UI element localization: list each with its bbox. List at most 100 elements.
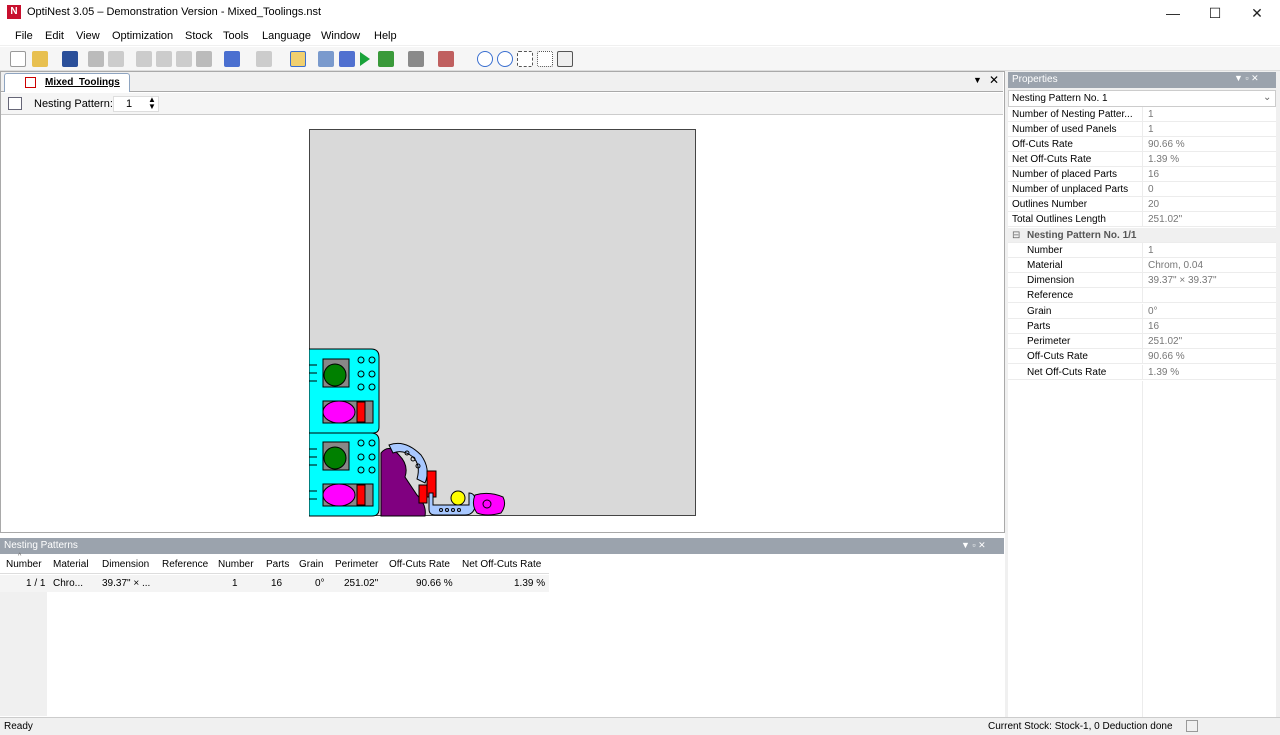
part-tooling-bottom[interactable] — [309, 432, 380, 517]
cell-number: 1 / 1 — [26, 578, 46, 589]
paste-icon[interactable] — [176, 51, 192, 67]
tab-dropdown-icon[interactable]: ▼ — [973, 75, 982, 85]
col-net-offcuts-rate[interactable]: Net Off-Cuts Rate — [462, 559, 541, 570]
window-title: OptiNest 3.05 – Demonstration Version - … — [27, 6, 322, 18]
col-material[interactable]: Material — [53, 559, 89, 570]
prop-row[interactable]: Total Outlines Length 251.02" — [1008, 212, 1276, 227]
zoom-fit-icon[interactable] — [517, 51, 533, 67]
prop-row[interactable]: Outlines Number 20 — [1008, 197, 1276, 212]
document-tab-bar — [1, 72, 1003, 92]
menu-view[interactable]: View — [76, 30, 100, 42]
tab-close-icon[interactable]: ✕ — [989, 73, 999, 87]
gear-icon[interactable] — [339, 51, 355, 67]
prop-row[interactable]: Material Chrom, 0.04 — [1008, 258, 1276, 273]
status-stock: Current Stock: Stock-1, 0 Deduction done — [988, 721, 1173, 732]
part-magenta-cam[interactable] — [472, 492, 506, 516]
stock-status-icon — [1186, 720, 1198, 732]
nested-parts[interactable] — [309, 345, 509, 517]
col-perimeter[interactable]: Perimeter — [335, 559, 378, 570]
col-grain[interactable]: Grain — [299, 559, 323, 570]
menu-edit[interactable]: Edit — [45, 30, 64, 42]
redo-icon[interactable] — [256, 51, 272, 67]
cell-offcuts-rate: 90.66 % — [416, 578, 453, 589]
zoom-out-icon[interactable] — [497, 51, 513, 67]
prop-row[interactable]: Number of Nesting Patter... 1 — [1008, 107, 1276, 122]
col-parts[interactable]: Parts — [266, 559, 289, 570]
prop-row[interactable]: Perimeter 251.02" — [1008, 334, 1276, 349]
nesting-patterns-title: Nesting Patterns — [0, 538, 1004, 554]
prop-row[interactable]: Parts 16 — [1008, 319, 1276, 334]
run-icon[interactable] — [360, 52, 370, 66]
cell-number-2: 1 — [232, 578, 238, 589]
open-folder-icon[interactable] — [32, 51, 48, 67]
part-tooling-top[interactable] — [309, 348, 380, 434]
zoom-in-icon[interactable] — [477, 51, 493, 67]
cut-icon[interactable] — [136, 51, 152, 67]
col-reference[interactable]: Reference — [162, 559, 208, 570]
nesting-pattern-label: Nesting Pattern: — [34, 98, 113, 110]
cell-perimeter: 251.02" — [344, 578, 379, 589]
zoom-window-icon[interactable] — [537, 51, 553, 67]
print-preview-icon[interactable] — [108, 51, 124, 67]
col-number[interactable]: Number — [6, 559, 42, 570]
toolbar — [0, 47, 1280, 71]
new-file-icon[interactable] — [10, 51, 26, 67]
menu-optimization[interactable]: Optimization — [112, 30, 173, 42]
properties-icon[interactable] — [290, 51, 306, 67]
properties-selected: Nesting Pattern No. 1 — [1012, 93, 1108, 104]
properties-pin-icon[interactable]: ▼ ▫ ✕ — [1234, 73, 1259, 84]
prop-row[interactable]: Number of placed Parts 16 — [1008, 167, 1276, 182]
nesting-patterns-pin-icon[interactable]: ▼ ▫ ✕ — [961, 540, 986, 551]
prop-row[interactable]: Net Off-Cuts Rate 1.39 % — [1008, 365, 1276, 380]
prop-row[interactable]: Off-Cuts Rate 90.66 % — [1008, 349, 1276, 364]
prop-row[interactable]: Net Off-Cuts Rate 1.39 % — [1008, 152, 1276, 167]
save-icon[interactable] — [62, 51, 78, 67]
chevron-down-icon[interactable]: ⌄ — [1263, 92, 1271, 103]
prop-row[interactable]: Off-Cuts Rate 90.66 % — [1008, 137, 1276, 152]
print-icon[interactable] — [88, 51, 104, 67]
menu-help[interactable]: Help — [374, 30, 397, 42]
cell-parts: 16 — [271, 578, 283, 589]
cell-grain: 0° — [315, 578, 325, 589]
prop-group-header[interactable]: ⊟ Nesting Pattern No. 1/1 — [1008, 228, 1276, 243]
prop-row[interactable]: Number of unplaced Parts 0 — [1008, 182, 1276, 197]
minimize-button[interactable]: — — [1152, 0, 1194, 26]
cell-net-offcuts-rate: 1.39 % — [514, 578, 546, 589]
prop-row[interactable]: Dimension 39.37" × 39.37" — [1008, 273, 1276, 288]
col-dimension[interactable]: Dimension — [102, 559, 149, 570]
table-row-header-strip — [0, 592, 47, 716]
parts-icon[interactable] — [438, 51, 454, 67]
cell-dimension: 39.37" × ... — [102, 578, 151, 589]
edit-pattern-icon[interactable] — [8, 97, 22, 110]
optimize-icon[interactable] — [378, 51, 394, 67]
prop-row[interactable]: Reference — [1008, 288, 1276, 303]
close-button[interactable]: ✕ — [1236, 0, 1278, 26]
stock-icon[interactable] — [408, 51, 424, 67]
part-yellow-circle[interactable] — [450, 490, 466, 506]
nesting-pattern-value: 1 — [126, 98, 133, 110]
tab-label: Mixed_Toolings — [45, 77, 120, 88]
prop-row[interactable]: Number 1 — [1008, 243, 1276, 258]
properties-divider — [1142, 381, 1143, 717]
menu-tools[interactable]: Tools — [223, 30, 249, 42]
edit-icon[interactable] — [318, 51, 334, 67]
col-offcuts-rate[interactable]: Off-Cuts Rate — [389, 559, 450, 570]
menu-stock[interactable]: Stock — [185, 30, 213, 42]
menu-window[interactable]: Window — [321, 30, 360, 42]
delete-icon[interactable] — [196, 51, 212, 67]
app-logo-icon: N — [7, 5, 21, 19]
pan-hand-icon[interactable] — [557, 51, 573, 67]
spinner-arrows-icon[interactable]: ▲ ▼ — [148, 96, 156, 111]
prop-row[interactable]: Grain 0° — [1008, 304, 1276, 319]
status-ready: Ready — [4, 721, 33, 732]
maximize-button[interactable]: ☐ — [1194, 0, 1236, 26]
copy-icon[interactable] — [156, 51, 172, 67]
prop-row[interactable]: Number of used Panels 1 — [1008, 122, 1276, 137]
undo-icon[interactable] — [224, 51, 240, 67]
menu-file[interactable]: File — [15, 30, 33, 42]
document-icon — [25, 77, 36, 88]
col-number-2[interactable]: Number — [218, 559, 254, 570]
collapse-icon: ⊟ — [1012, 230, 1021, 241]
cell-material: Chro... — [53, 578, 84, 589]
menu-language[interactable]: Language — [262, 30, 311, 42]
